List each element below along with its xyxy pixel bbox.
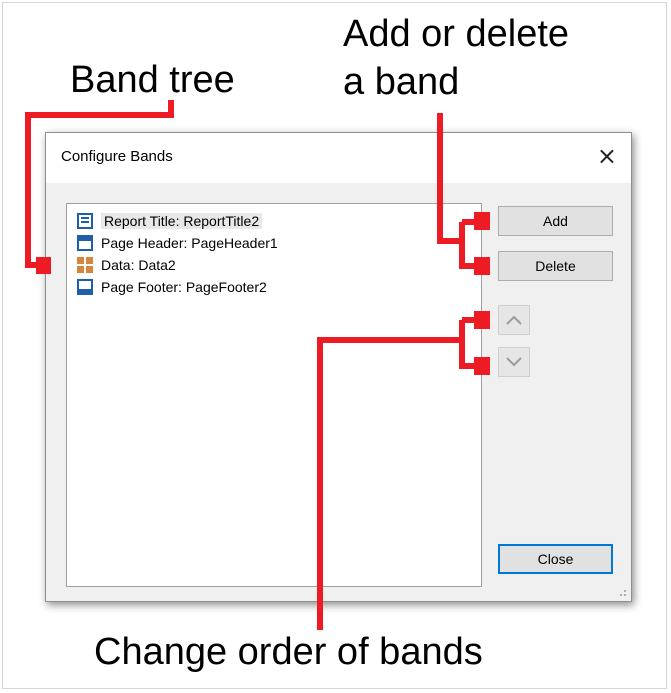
band-item-label: Report Title: ReportTitle2: [101, 213, 263, 229]
band-item-report-title[interactable]: Report Title: ReportTitle2: [77, 210, 397, 232]
close-icon[interactable]: ×: [597, 143, 617, 169]
callout-add-delete-line1: Add or delete: [343, 13, 570, 55]
move-down-button[interactable]: [498, 347, 530, 377]
band-item-page-footer[interactable]: Page Footer: PageFooter2: [77, 276, 397, 298]
data-band-icon: [77, 257, 93, 273]
callout-band-tree: Band tree: [70, 59, 235, 101]
chevron-down-icon: [505, 352, 523, 373]
configure-bands-dialog: Configure Bands × Report Title: ReportTi…: [45, 132, 632, 602]
callout-change-order: Change order of bands: [94, 631, 483, 673]
callout-add-delete-line2: a band: [343, 61, 460, 103]
report-title-icon: [77, 213, 93, 229]
resize-grip-icon[interactable]: [617, 587, 627, 597]
band-tree[interactable]: Report Title: ReportTitle2 Page Header: …: [66, 203, 482, 587]
close-button[interactable]: Close: [498, 544, 613, 574]
dialog-titlebar: Configure Bands ×: [46, 133, 631, 183]
band-item-data[interactable]: Data: Data2: [77, 254, 397, 276]
delete-button[interactable]: Delete: [498, 251, 613, 281]
chevron-up-icon: [505, 310, 523, 331]
page-footer-icon: [77, 279, 93, 295]
band-item-label: Page Footer: PageFooter2: [101, 279, 267, 295]
band-item-label: Data: Data2: [101, 257, 176, 273]
add-button[interactable]: Add: [498, 206, 613, 236]
page-header-icon: [77, 235, 93, 251]
band-item-page-header[interactable]: Page Header: PageHeader1: [77, 232, 397, 254]
move-up-button[interactable]: [498, 305, 530, 335]
band-item-label: Page Header: PageHeader1: [101, 235, 278, 251]
dialog-title: Configure Bands: [61, 148, 173, 165]
